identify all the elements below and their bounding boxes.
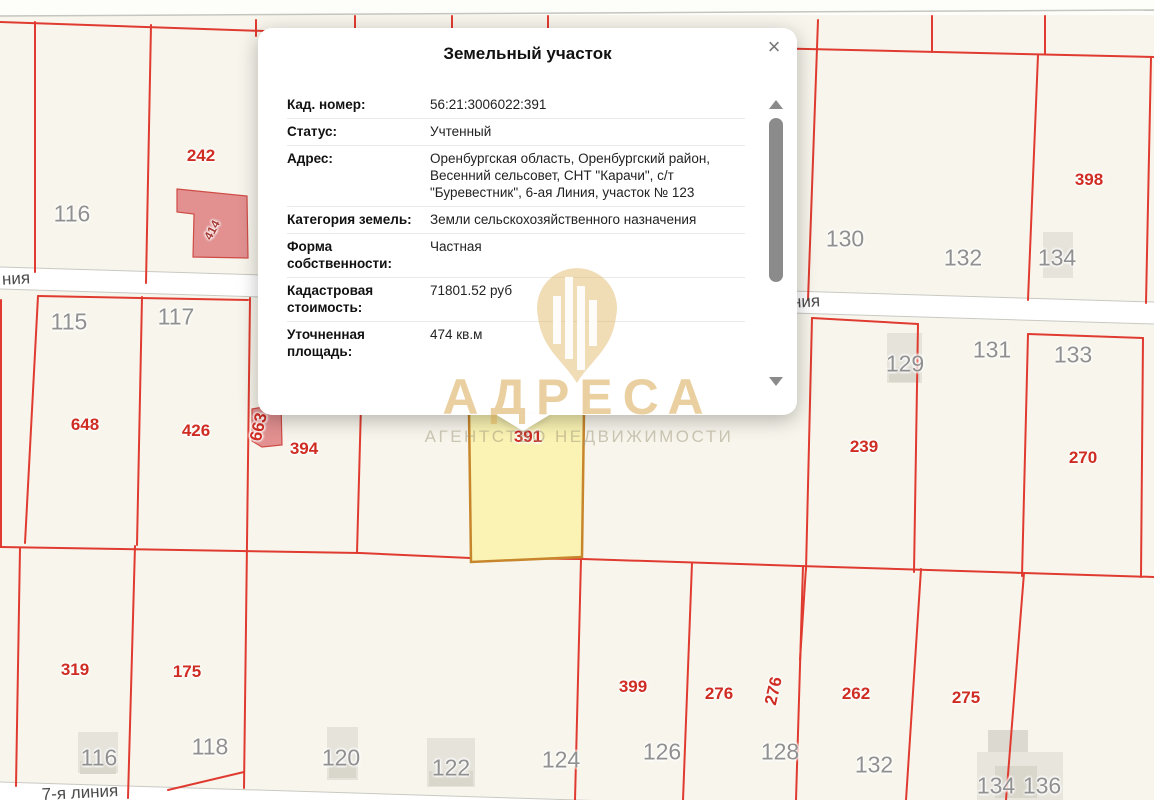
parcel-number-label[interactable]: 239 bbox=[850, 437, 878, 457]
popup-scrollbar[interactable] bbox=[768, 96, 784, 386]
popup-fields: Кад. номер: 56:21:3006022:391 Статус: Уч… bbox=[287, 92, 745, 365]
parcel-number-label[interactable]: 122 bbox=[432, 755, 470, 782]
parcel-number-label[interactable]: 136 bbox=[1023, 773, 1061, 800]
popup-field-row: Кадастровая стоимость: 71801.52 руб bbox=[287, 278, 745, 322]
popup-field-row: Категория земель: Земли сельскохозяйстве… bbox=[287, 207, 745, 234]
parcel-number-label[interactable]: 130 bbox=[826, 226, 864, 253]
field-label: Категория земель: bbox=[287, 211, 430, 228]
field-label: Кадастровая стоимость: bbox=[287, 282, 430, 316]
street-label: 7-я линия bbox=[41, 781, 119, 800]
field-value: Учтенный bbox=[430, 123, 745, 140]
parcel-number-label[interactable]: 133 bbox=[1054, 342, 1092, 369]
parcel-number-label[interactable]: 115 bbox=[51, 309, 88, 336]
popup-field-row: Адрес: Оренбургская область, Оренбургски… bbox=[287, 146, 745, 207]
parcel-number-label[interactable]: 131 bbox=[973, 337, 1011, 364]
parcel-number-label[interactable]: 276 bbox=[705, 684, 733, 704]
field-value: Оренбургская область, Оренбургский район… bbox=[430, 150, 745, 201]
road-top bbox=[0, 0, 1154, 16]
parcel-number-label[interactable]: 242 bbox=[187, 146, 215, 166]
field-label: Адрес: bbox=[287, 150, 430, 201]
field-value: 71801.52 руб bbox=[430, 282, 745, 316]
field-value: 474 кв.м bbox=[430, 326, 745, 360]
field-value: 56:21:3006022:391 bbox=[430, 96, 745, 113]
parcel-number-label[interactable]: 116 bbox=[54, 201, 91, 228]
parcel-number-label[interactable]: 270 bbox=[1069, 448, 1097, 468]
parcel-number-label[interactable]: 120 bbox=[322, 745, 360, 772]
parcel-number-label[interactable]: 129 bbox=[886, 351, 924, 378]
parcel-number-label[interactable]: 132 bbox=[855, 752, 893, 779]
parcel-number-label[interactable]: 394 bbox=[290, 439, 318, 459]
popup-field-row: Статус: Учтенный bbox=[287, 119, 745, 146]
parcel-number-label[interactable]: 117 bbox=[158, 304, 195, 331]
popup-pointer bbox=[495, 414, 551, 431]
close-icon[interactable]: × bbox=[761, 34, 787, 60]
field-value: Частная bbox=[430, 238, 745, 272]
parcel-number-label[interactable]: 262 bbox=[842, 684, 870, 704]
field-value: Земли сельскохозяйственного назначения bbox=[430, 211, 745, 228]
parcel-number-label[interactable]: 124 bbox=[542, 747, 580, 774]
parcel-number-label[interactable]: 275 bbox=[952, 688, 980, 708]
popup-title: Земельный участок bbox=[318, 44, 737, 64]
parcel-number-label[interactable]: 426 bbox=[182, 421, 210, 441]
parcel-number-label[interactable]: 118 bbox=[192, 734, 229, 761]
parcel-number-label[interactable]: 134 bbox=[1038, 245, 1076, 272]
scroll-down-arrow-icon[interactable] bbox=[769, 377, 783, 386]
field-label: Кад. номер: bbox=[287, 96, 430, 113]
parcel-number-label[interactable]: 128 bbox=[761, 739, 799, 766]
parcel-number-label[interactable]: 126 bbox=[643, 739, 681, 766]
cadastral-map-view[interactable]: 2423986484266633943912392703191753992762… bbox=[0, 0, 1154, 800]
street-label: ния bbox=[1, 268, 30, 289]
field-label: Уточненная площадь: bbox=[287, 326, 430, 360]
popup-field-row: Кад. номер: 56:21:3006022:391 bbox=[287, 92, 745, 119]
parcel-number-label[interactable]: 398 bbox=[1075, 170, 1103, 190]
parcel-number-label[interactable]: 648 bbox=[71, 415, 99, 435]
parcel-number-label[interactable]: 319 bbox=[61, 660, 89, 680]
popup-field-row: Форма собственности: Частная bbox=[287, 234, 745, 278]
parcel-number-label[interactable]: 399 bbox=[619, 677, 647, 697]
popup-field-row: Уточненная площадь: 474 кв.м bbox=[287, 322, 745, 365]
parcel-info-popup[interactable]: × Земельный участок Кад. номер: 56:21:30… bbox=[258, 28, 797, 415]
scrollbar-thumb[interactable] bbox=[769, 118, 783, 282]
scroll-up-arrow-icon[interactable] bbox=[769, 100, 783, 109]
field-label: Статус: bbox=[287, 123, 430, 140]
parcel-number-label[interactable]: 134 bbox=[977, 773, 1015, 800]
parcel-number-label[interactable]: 132 bbox=[944, 245, 982, 272]
field-label: Форма собственности: bbox=[287, 238, 430, 272]
parcel-number-label[interactable]: 116 bbox=[81, 745, 118, 772]
parcel-number-label[interactable]: 175 bbox=[173, 662, 201, 682]
